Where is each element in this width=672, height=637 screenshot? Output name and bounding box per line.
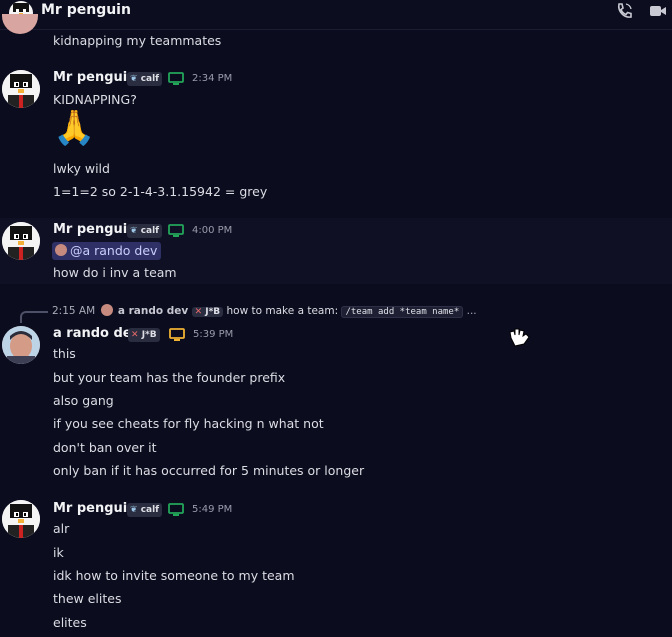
reply-avatar [100, 304, 113, 316]
message-line: KIDNAPPING? [53, 92, 137, 107]
author-name[interactable]: Mr penguin [53, 501, 137, 516]
role-tag[interactable]: ✕ J*B [128, 328, 160, 342]
monitor-icon [169, 328, 185, 341]
mention-avatar [55, 244, 67, 256]
monitor-icon [168, 72, 184, 85]
leaf-icon: ❦ [130, 74, 138, 84]
author-name[interactable]: Mr penguin [53, 222, 137, 237]
channel-header: Mr penguin [0, 0, 672, 30]
message-line: how do i inv a team [53, 265, 177, 280]
avatar[interactable] [2, 500, 40, 538]
reply-preview[interactable]: 2:15 AM a rando dev ✕ J*B how to make a … [52, 304, 477, 318]
message-line: thew elites [53, 591, 122, 606]
video-icon[interactable] [648, 1, 668, 21]
avatar[interactable] [2, 326, 40, 364]
role-tag[interactable]: ❦ calf [127, 224, 163, 238]
message-line: 1=1=2 so 2-1-4-3.1.15942 = grey [53, 184, 268, 199]
dm-title: Mr penguin [41, 2, 131, 18]
message-line: elites [53, 615, 87, 630]
message-line: don't ban over it [53, 440, 157, 455]
timestamp: 2:34 PM [192, 73, 233, 84]
monitor-icon [168, 224, 184, 237]
message-line: ik [53, 545, 64, 560]
message-line: only ban if it has occurred for 5 minute… [53, 463, 365, 478]
author-name[interactable]: Mr penguin [53, 70, 137, 85]
message-line: lwky wild [53, 161, 110, 176]
message-line: idk how to invite someone to my team [53, 568, 295, 583]
avatar[interactable] [2, 222, 40, 260]
message-line: but your team has the founder prefix [53, 370, 286, 385]
hand-cursor-icon [509, 328, 530, 347]
role-tag[interactable]: ❦ calf [127, 503, 163, 517]
phone-icon[interactable] [614, 1, 634, 21]
reply-role-tag: ✕ J*B [191, 307, 224, 317]
reply-connector [20, 311, 48, 323]
avatar-partial[interactable] [2, 14, 38, 34]
message-line: alr [53, 521, 70, 536]
user-mention[interactable]: @a rando dev [52, 242, 162, 260]
message-line: also gang [53, 393, 114, 408]
leaf-icon: ❦ [130, 505, 138, 515]
timestamp: 5:39 PM [193, 329, 234, 340]
timestamp: 4:00 PM [192, 225, 233, 236]
timestamp: 5:49 PM [192, 504, 233, 515]
message-line: if you see cheats for fly hacking n what… [53, 416, 324, 431]
message-line: this [53, 346, 76, 361]
sword-icon: ✕ [194, 307, 203, 317]
emoji: 🙏 [53, 108, 96, 148]
sword-icon: ✕ [131, 330, 139, 340]
leaf-icon: ❦ [130, 226, 138, 236]
monitor-icon [168, 503, 184, 516]
avatar[interactable] [2, 70, 40, 108]
message-line: kidnapping my teammates [53, 33, 222, 48]
role-tag[interactable]: ❦ calf [127, 72, 163, 86]
